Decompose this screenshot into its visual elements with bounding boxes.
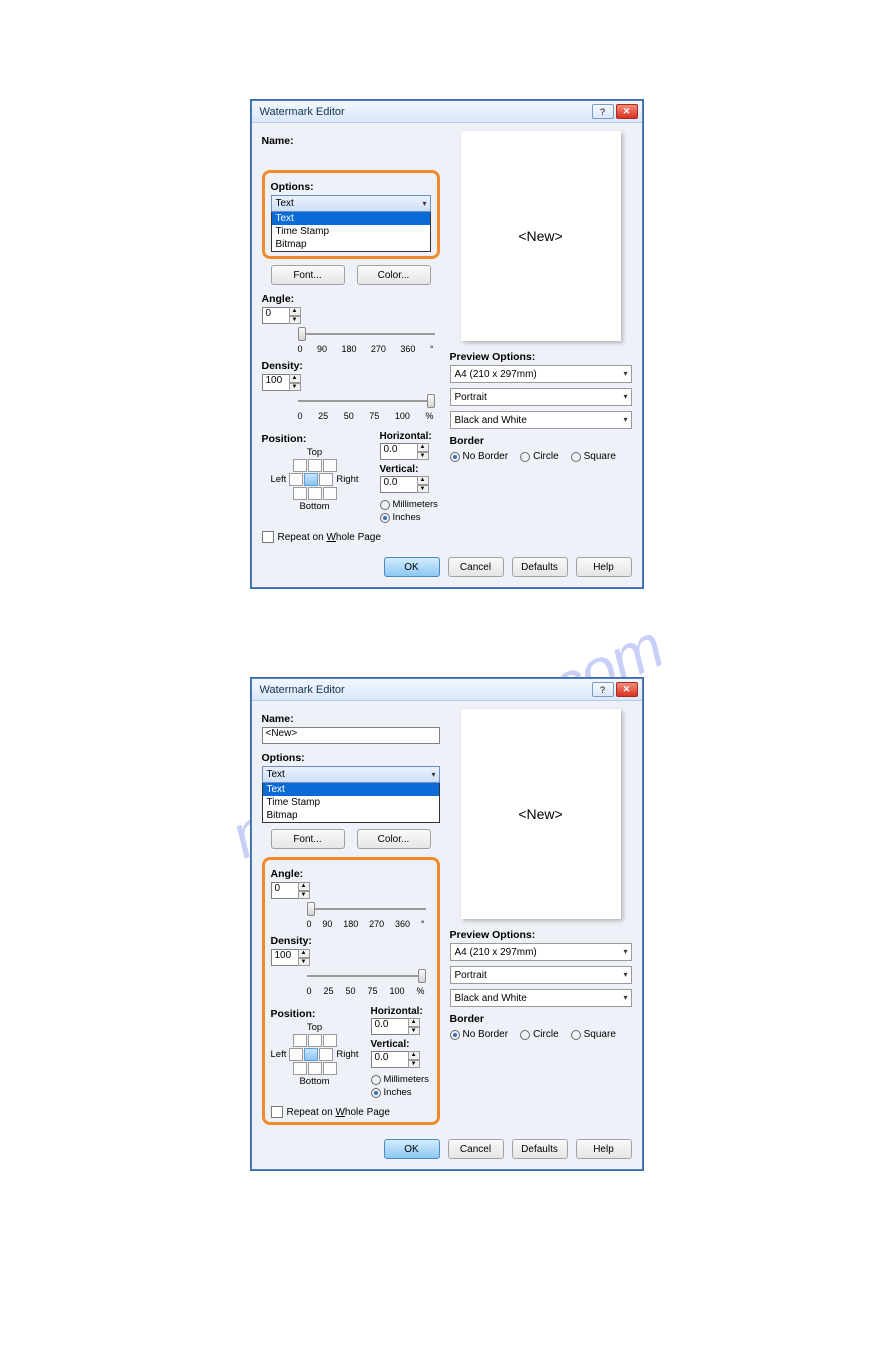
units-in-radio[interactable] bbox=[371, 1088, 381, 1098]
density-down-icon[interactable]: ▼ bbox=[289, 383, 301, 392]
angle-label: Angle: bbox=[262, 293, 440, 305]
help-button[interactable]: Help bbox=[576, 557, 632, 577]
angle-up-icon[interactable]: ▲ bbox=[289, 307, 301, 316]
colormode-combo[interactable]: Black and White bbox=[450, 989, 632, 1007]
vertical-input[interactable]: 0.0 bbox=[371, 1051, 409, 1068]
cancel-button[interactable]: Cancel bbox=[448, 557, 504, 577]
defaults-button[interactable]: Defaults bbox=[512, 1139, 568, 1159]
dropdown-item-text[interactable]: Text bbox=[263, 783, 439, 796]
border-none-radio[interactable] bbox=[450, 1030, 460, 1040]
density-down-icon[interactable]: ▼ bbox=[298, 958, 310, 967]
pos-tc[interactable] bbox=[308, 459, 322, 472]
pos-bl[interactable] bbox=[293, 487, 307, 500]
preview-page: <New> bbox=[461, 131, 621, 341]
vertical-input[interactable]: 0.0 bbox=[380, 476, 418, 493]
density-up-icon[interactable]: ▲ bbox=[289, 374, 301, 383]
angle-slider[interactable] bbox=[298, 326, 440, 342]
angle-label: Angle: bbox=[271, 868, 431, 880]
pos-tr[interactable] bbox=[323, 459, 337, 472]
pos-mc[interactable] bbox=[304, 473, 318, 486]
pos-tl[interactable] bbox=[293, 459, 307, 472]
density-input[interactable]: 100 bbox=[271, 949, 299, 966]
preview-options-label: Preview Options: bbox=[450, 351, 632, 363]
ok-button[interactable]: OK bbox=[384, 1139, 440, 1159]
name-input[interactable]: <New> bbox=[262, 727, 440, 744]
options-combo[interactable]: Text bbox=[271, 195, 431, 212]
help-icon[interactable]: ? bbox=[592, 104, 614, 119]
colormode-combo[interactable]: Black and White bbox=[450, 411, 632, 429]
watermark-editor-dialog-2: Watermark Editor ? ✕ Name: <New> Options… bbox=[251, 678, 643, 1170]
font-button[interactable]: Font... bbox=[271, 829, 345, 849]
orient-combo[interactable]: Portrait bbox=[450, 388, 632, 406]
border-square-radio[interactable] bbox=[571, 452, 581, 462]
options-label: Options: bbox=[271, 181, 431, 193]
color-button[interactable]: Color... bbox=[357, 265, 431, 285]
cancel-button[interactable]: Cancel bbox=[448, 1139, 504, 1159]
repeat-checkbox[interactable]: Repeat on Whole Page bbox=[262, 531, 440, 543]
angle-down-icon[interactable]: ▼ bbox=[289, 316, 301, 325]
position-label: Position: bbox=[271, 1008, 359, 1020]
ok-button[interactable]: OK bbox=[384, 557, 440, 577]
title-text: Watermark Editor bbox=[260, 106, 590, 118]
density-label: Density: bbox=[271, 935, 431, 947]
dropdown-item-bitmap[interactable]: Bitmap bbox=[272, 238, 430, 251]
defaults-button[interactable]: Defaults bbox=[512, 557, 568, 577]
density-input[interactable]: 100 bbox=[262, 374, 290, 391]
options-dropdown: Text Time Stamp Bitmap bbox=[262, 783, 440, 823]
angle-slider[interactable] bbox=[307, 901, 431, 917]
pos-top-label: Top bbox=[307, 447, 322, 458]
dropdown-item-text[interactable]: Text bbox=[272, 212, 430, 225]
border-square-radio[interactable] bbox=[571, 1030, 581, 1040]
dropdown-item-timestamp[interactable]: Time Stamp bbox=[272, 225, 430, 238]
units-in-radio[interactable] bbox=[380, 513, 390, 523]
titlebar[interactable]: Watermark Editor ? ✕ bbox=[252, 679, 642, 701]
options-combo[interactable]: Text bbox=[262, 766, 440, 783]
paper-combo[interactable]: A4 (210 x 297mm) bbox=[450, 365, 632, 383]
horizontal-label: Horizontal: bbox=[380, 431, 440, 442]
repeat-checkbox[interactable]: Repeat on Whole Page bbox=[271, 1106, 431, 1118]
titlebar[interactable]: Watermark Editor ? ✕ bbox=[252, 101, 642, 123]
angle-down-icon[interactable]: ▼ bbox=[298, 891, 310, 900]
units-mm-radio[interactable] bbox=[380, 500, 390, 510]
angle-up-icon[interactable]: ▲ bbox=[298, 882, 310, 891]
density-up-icon[interactable]: ▲ bbox=[298, 949, 310, 958]
help-icon[interactable]: ? bbox=[592, 682, 614, 697]
pos-mr[interactable] bbox=[319, 473, 333, 486]
pos-bc[interactable] bbox=[308, 487, 322, 500]
font-button[interactable]: Font... bbox=[271, 265, 345, 285]
preview-page: <New> bbox=[461, 709, 621, 919]
vertical-label: Vertical: bbox=[380, 464, 440, 475]
pos-ml[interactable] bbox=[289, 473, 303, 486]
dropdown-item-timestamp[interactable]: Time Stamp bbox=[263, 796, 439, 809]
position-label: Position: bbox=[262, 433, 368, 445]
options-dropdown: Text Time Stamp Bitmap bbox=[271, 212, 431, 252]
color-button[interactable]: Color... bbox=[357, 829, 431, 849]
horizontal-input[interactable]: 0.0 bbox=[380, 443, 418, 460]
dropdown-item-bitmap[interactable]: Bitmap bbox=[263, 809, 439, 822]
border-circle-radio[interactable] bbox=[520, 1030, 530, 1040]
name-label: Name: bbox=[262, 135, 440, 147]
close-icon[interactable]: ✕ bbox=[616, 104, 638, 119]
border-none-radio[interactable] bbox=[450, 452, 460, 462]
angle-input[interactable]: 0 bbox=[262, 307, 290, 324]
name-label: Name: bbox=[262, 713, 440, 725]
density-label: Density: bbox=[262, 360, 440, 372]
paper-combo[interactable]: A4 (210 x 297mm) bbox=[450, 943, 632, 961]
help-button[interactable]: Help bbox=[576, 1139, 632, 1159]
border-circle-radio[interactable] bbox=[520, 452, 530, 462]
density-slider[interactable] bbox=[307, 968, 431, 984]
orient-combo[interactable]: Portrait bbox=[450, 966, 632, 984]
options-label: Options: bbox=[262, 752, 440, 764]
angle-input[interactable]: 0 bbox=[271, 882, 299, 899]
units-mm-radio[interactable] bbox=[371, 1075, 381, 1085]
border-label: Border bbox=[450, 435, 632, 447]
pos-bottom-label: Bottom bbox=[299, 501, 329, 512]
horizontal-input[interactable]: 0.0 bbox=[371, 1018, 409, 1035]
density-slider[interactable] bbox=[298, 393, 440, 409]
title-text: Watermark Editor bbox=[260, 684, 590, 696]
close-icon[interactable]: ✕ bbox=[616, 682, 638, 697]
watermark-editor-dialog-1: Watermark Editor ? ✕ Name: Options: Text… bbox=[251, 100, 643, 588]
pos-br[interactable] bbox=[323, 487, 337, 500]
